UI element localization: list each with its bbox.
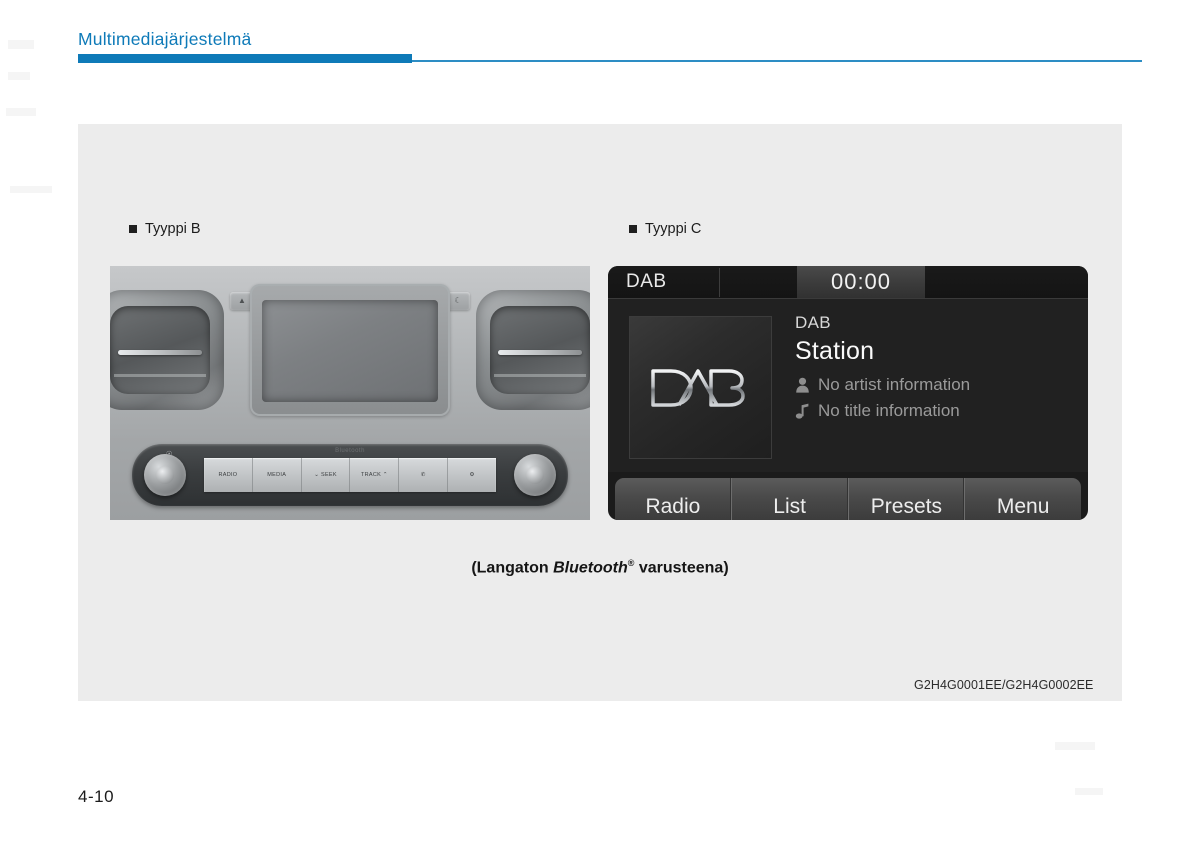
scan-artifact <box>1075 788 1103 795</box>
figure-label-type-b: Tyyppi B <box>129 221 201 237</box>
air-vent-inner <box>110 306 210 394</box>
phone-button[interactable]: ✆ <box>399 458 449 492</box>
header-rule-thin <box>412 60 1142 62</box>
page-number: 4-10 <box>78 787 115 806</box>
station-name-label: Station <box>795 337 875 365</box>
status-source-label: DAB <box>626 271 667 292</box>
person-icon <box>796 377 809 393</box>
media-button[interactable]: MEDIA <box>253 458 302 492</box>
manual-page: Multimediajärjestelmä Tyyppi B Tyyppi C <box>0 0 1200 845</box>
title-row: No title information <box>795 401 1076 421</box>
control-bar: ☉ Bluetooth RADIO MEDIA ⌄ SEEK TRACK ⌃ ✆… <box>132 444 568 506</box>
button-rail: RADIO MEDIA ⌄ SEEK TRACK ⌃ ✆ ⚙ <box>204 458 496 492</box>
head-unit-photo: ▲ ☾ ☉ Bluetooth RADIO MEDIA ⌄ SEEK TRACK… <box>110 266 590 520</box>
knob-cap <box>526 466 544 484</box>
clock-label: 00:00 <box>830 269 892 294</box>
scan-artifact <box>10 186 52 193</box>
track-button[interactable]: TRACK ⌃ <box>350 458 400 492</box>
head-unit-display <box>262 300 438 402</box>
air-vent-inner <box>490 306 590 394</box>
air-vent-left <box>110 290 224 410</box>
tab-radio[interactable]: Radio <box>615 478 732 520</box>
page-header: Multimediajärjestelmä <box>0 0 1200 72</box>
artist-label: No artist information <box>818 375 971 394</box>
eject-icon[interactable]: ▲ <box>235 295 249 307</box>
square-bullet-icon <box>629 225 637 233</box>
scan-artifact <box>6 108 36 116</box>
bottom-tab-bar: Radio List Presets Menu <box>615 478 1081 520</box>
scan-artifact <box>8 72 30 80</box>
knob-cap <box>156 466 174 484</box>
vent-blade <box>494 374 586 377</box>
tune-knob[interactable] <box>514 454 556 496</box>
now-playing-area: DAB Station No artist information No tit… <box>608 299 1088 472</box>
scan-artifact <box>1055 742 1095 750</box>
caption-suffix: varusteena) <box>634 559 729 577</box>
title-label: No title information <box>818 401 960 420</box>
header-rule-thick <box>78 54 412 63</box>
tab-list[interactable]: List <box>732 478 849 520</box>
status-bar: DAB 00:00 <box>608 266 1088 299</box>
tab-presets[interactable]: Presets <box>849 478 966 520</box>
music-note-icon <box>795 403 809 419</box>
artist-row: No artist information <box>795 375 1076 395</box>
power-volume-knob[interactable] <box>144 454 186 496</box>
caption-prefix: (Langaton <box>471 559 554 577</box>
figure-label-text: Tyyppi B <box>145 221 201 237</box>
clock-panel: 00:00 <box>797 266 925 298</box>
vent-blade <box>118 350 202 355</box>
radio-button[interactable]: RADIO <box>204 458 253 492</box>
vent-blade <box>114 374 206 377</box>
figure-caption: (Langaton Bluetooth® varusteena) <box>0 558 1200 577</box>
air-vent-right <box>476 290 590 410</box>
album-art-placeholder <box>629 316 772 459</box>
tab-menu[interactable]: Menu <box>965 478 1081 520</box>
track-metadata: DAB Station No artist information No tit… <box>795 313 1076 427</box>
page-title: Multimediajärjestelmä <box>78 29 252 49</box>
figure-code: G2H4G0001EE/G2H4G0002EE <box>914 678 1094 692</box>
status-divider <box>719 268 720 297</box>
seek-button[interactable]: ⌄ SEEK <box>302 458 351 492</box>
media-kind-label: DAB <box>795 313 831 332</box>
square-bullet-icon <box>129 225 137 233</box>
setup-button[interactable]: ⚙ <box>448 458 496 492</box>
figure-label-text: Tyyppi C <box>645 221 702 237</box>
vent-blade <box>498 350 582 355</box>
figure-label-type-c: Tyyppi C <box>629 221 701 237</box>
dab-logo-icon <box>650 368 745 407</box>
dab-screen: DAB 00:00 DAB Station No artist informat… <box>608 266 1088 520</box>
display-bezel <box>250 284 450 416</box>
caption-emphasis: Bluetooth <box>553 559 628 577</box>
moon-icon[interactable]: ☾ <box>451 295 465 307</box>
bluetooth-mark: Bluetooth <box>335 448 365 454</box>
